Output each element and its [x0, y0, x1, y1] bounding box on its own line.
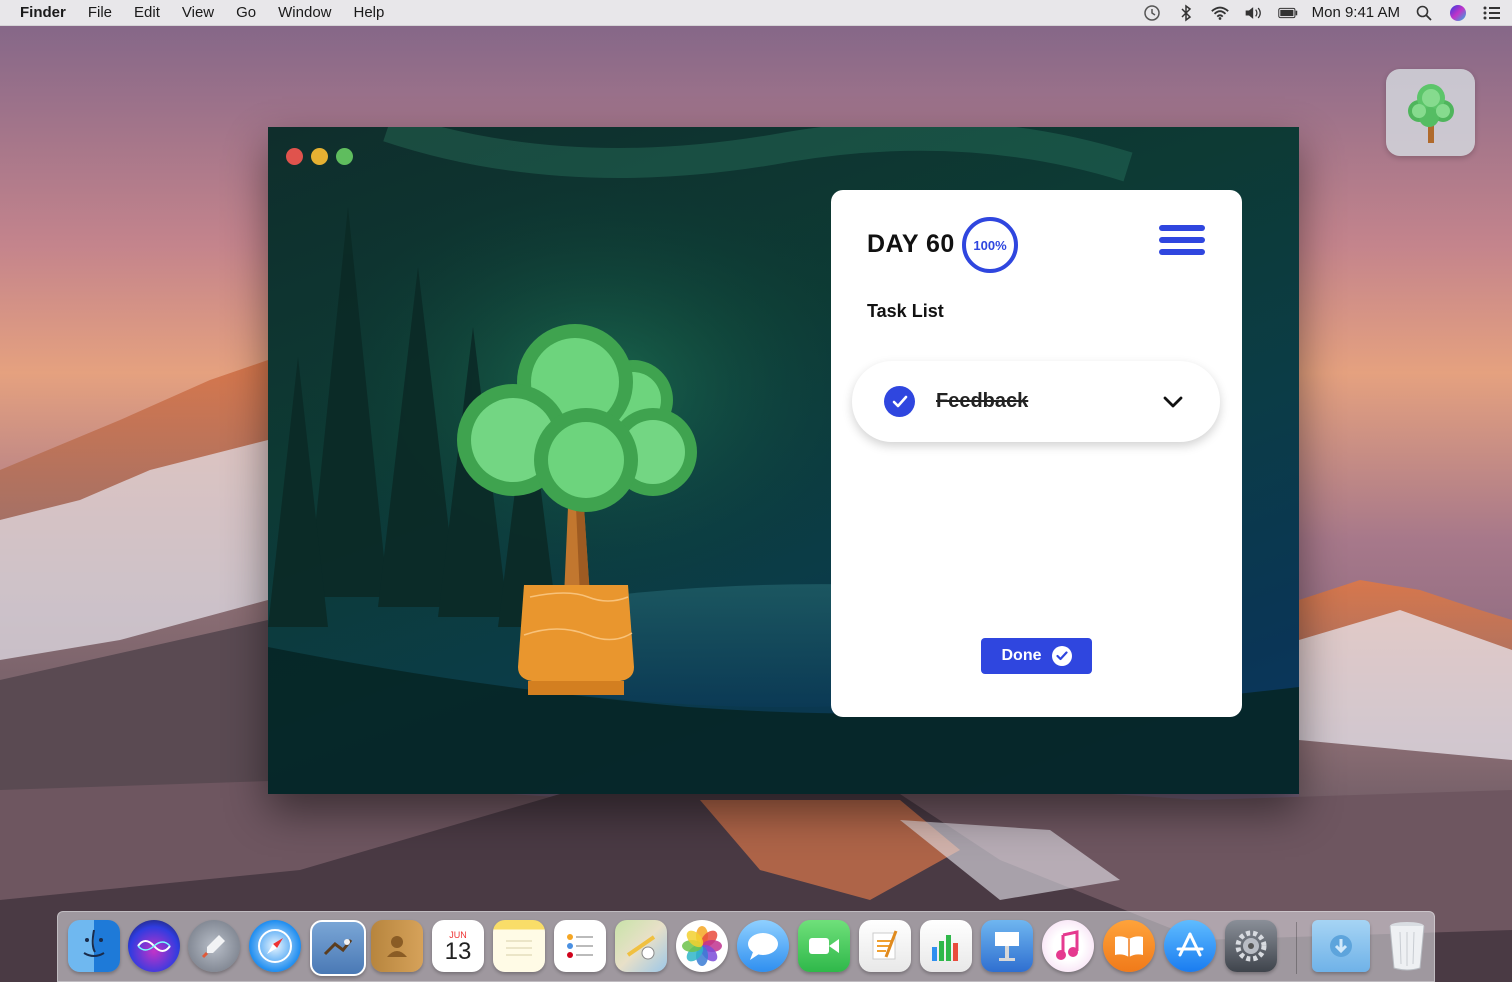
task-checkbox[interactable] [884, 386, 915, 417]
spotlight-icon[interactable] [1414, 5, 1434, 21]
notification-center-icon[interactable] [1482, 5, 1502, 21]
siri-icon[interactable] [1448, 4, 1468, 21]
app-window: DAY 60 100% Task List Feedback Done [268, 127, 1299, 794]
minimize-window-button[interactable] [311, 148, 328, 165]
reminders-icon[interactable] [554, 920, 606, 972]
close-window-button[interactable] [286, 148, 303, 165]
menu-window[interactable]: Window [278, 4, 331, 21]
window-controls [286, 148, 353, 165]
hamburger-menu-button[interactable] [1159, 225, 1207, 265]
finder-icon[interactable] [68, 920, 120, 972]
task-label: Feedback [936, 390, 1029, 412]
menu-edit[interactable]: Edit [134, 4, 160, 21]
done-label: Done [1001, 647, 1042, 664]
volume-icon[interactable] [1244, 5, 1264, 21]
progress-percent: 100% [973, 237, 1007, 253]
tree-icon [1407, 83, 1454, 143]
check-circle-icon [1051, 646, 1072, 666]
menu-go[interactable]: Go [236, 4, 256, 21]
contacts-icon[interactable] [371, 920, 423, 972]
menu-bar: Finder File Edit View Go Window Help Mon… [0, 0, 1512, 26]
battery-icon[interactable] [1277, 5, 1298, 21]
dock: JUN 13 [57, 911, 1435, 982]
task-list-title: Task List [867, 301, 944, 321]
progress-ring: 100% [961, 216, 1019, 274]
downloads-folder-icon[interactable] [1312, 920, 1370, 972]
safari-icon[interactable] [249, 920, 301, 972]
bluetooth-icon[interactable] [1176, 4, 1196, 21]
notes-icon[interactable] [493, 920, 545, 972]
app-store-icon[interactable] [1164, 920, 1216, 972]
calendar-icon[interactable]: JUN 13 [432, 920, 484, 972]
task-card: DAY 60 100% Task List Feedback Done [831, 190, 1242, 717]
facetime-icon[interactable] [798, 920, 850, 972]
time-machine-icon[interactable] [1142, 4, 1162, 21]
ibooks-icon[interactable] [1103, 920, 1155, 972]
menu-bar-line [1159, 225, 1205, 231]
dock-separator [1296, 922, 1297, 974]
numbers-icon[interactable] [920, 920, 972, 972]
calendar-day: 13 [444, 938, 472, 965]
app-widget[interactable] [1386, 69, 1475, 156]
menu-bar-tray: Mon 9:41 AM [1142, 4, 1502, 21]
system-preferences-icon[interactable] [1225, 920, 1277, 972]
menu-bar-line [1159, 237, 1205, 243]
wifi-icon[interactable] [1210, 5, 1230, 21]
trash-icon[interactable] [1381, 920, 1433, 972]
day-label: DAY 60 [867, 230, 955, 258]
messages-icon[interactable] [737, 920, 789, 972]
checkmark-icon [892, 395, 907, 407]
zoom-window-button[interactable] [336, 148, 353, 165]
task-item[interactable]: Feedback [852, 361, 1220, 442]
done-button[interactable]: Done [981, 638, 1092, 674]
launchpad-icon[interactable] [188, 920, 240, 972]
chevron-down-icon[interactable] [1162, 392, 1184, 412]
menu-app-name[interactable]: Finder [20, 4, 66, 21]
menu-view[interactable]: View [182, 4, 214, 21]
itunes-icon[interactable] [1042, 920, 1094, 972]
pages-icon[interactable] [859, 920, 911, 972]
menu-help[interactable]: Help [354, 4, 385, 21]
menu-file[interactable]: File [88, 4, 112, 21]
menu-clock[interactable]: Mon 9:41 AM [1312, 4, 1400, 21]
maps-icon[interactable] [615, 920, 667, 972]
photos-icon[interactable] [676, 920, 728, 972]
menu-bar-line [1159, 249, 1205, 255]
keynote-icon[interactable] [981, 920, 1033, 972]
mail-icon[interactable] [310, 920, 366, 976]
siri-icon[interactable] [128, 920, 180, 972]
